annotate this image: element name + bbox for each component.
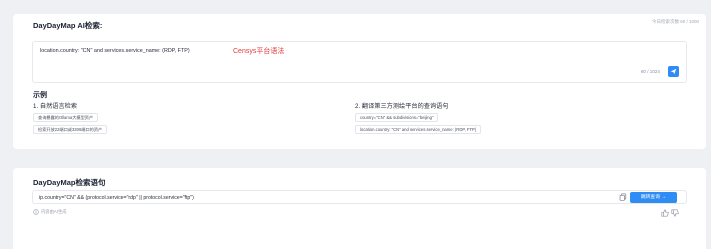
ai-note-text: 内容由AI生成 bbox=[41, 209, 67, 214]
query-input[interactable]: location.country: "CN" and services.serv… bbox=[32, 41, 687, 83]
result-query-box: ip.country="CN" && (protocol.service="rd… bbox=[32, 190, 687, 204]
result-query-text: ip.country="CN" && (protocol.service="rd… bbox=[39, 195, 194, 201]
example-chip[interactable]: country="CN" && subdivisions="beijing" bbox=[355, 113, 439, 122]
ai-generated-note: 内容由AI生成 bbox=[33, 209, 67, 215]
usage-count: 今日检索次数 60 / 1000 bbox=[651, 19, 699, 24]
info-icon bbox=[33, 209, 39, 215]
thumbs-up-icon[interactable] bbox=[661, 209, 669, 217]
example-chip[interactable]: 检索开放22端口或3306端口的资产 bbox=[33, 125, 108, 134]
char-counter: 60 / 1024 bbox=[640, 69, 660, 74]
syntax-hint: Censys平台语法 bbox=[233, 48, 285, 55]
jump-query-button[interactable]: 跳转查询 → bbox=[630, 192, 677, 203]
ai-search-title: DayDayMap AI检索: bbox=[33, 21, 103, 30]
examples-heading: 示例 bbox=[33, 92, 47, 99]
example-chip[interactable]: location.country: "CN" and services.serv… bbox=[355, 125, 482, 134]
send-button[interactable] bbox=[668, 66, 679, 77]
copy-icon[interactable] bbox=[619, 193, 627, 201]
example-col2-title: 2. 翻译第三方测绘平台的查询语句 bbox=[355, 103, 449, 110]
thumbs-down-icon[interactable] bbox=[671, 209, 679, 217]
query-text[interactable]: location.country: "CN" and services.serv… bbox=[40, 48, 190, 54]
result-title: DayDayMap检索语句 bbox=[33, 178, 106, 187]
example-col1-title: 1. 自然语言检索 bbox=[33, 103, 78, 110]
example-chip[interactable]: 查询暴露的Ollama大模型资产 bbox=[33, 113, 99, 122]
send-icon bbox=[670, 68, 677, 75]
result-card bbox=[13, 168, 706, 249]
